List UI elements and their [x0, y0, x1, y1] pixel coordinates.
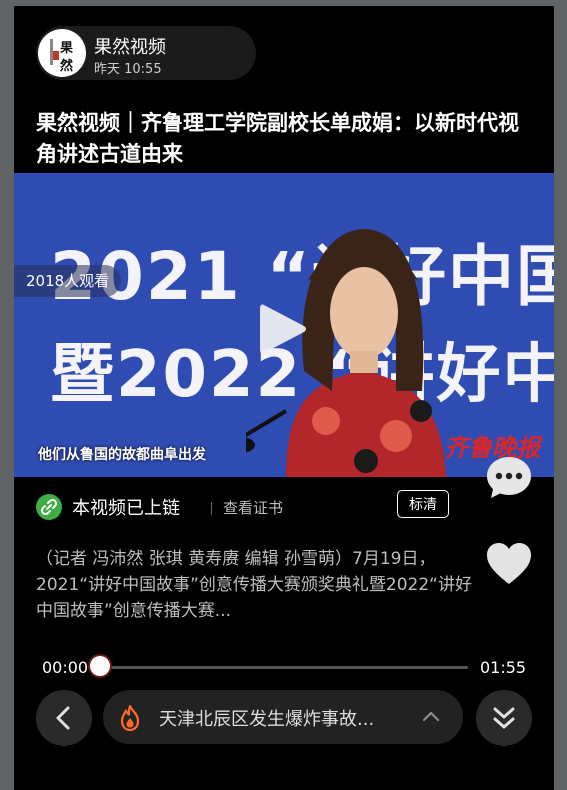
- video-description: （记者 冯沛然 张琪 黄寿赓 编辑 孙雪萌）7月19日，2021“讲好中国故事”…: [36, 549, 472, 621]
- current-time: 00:00: [42, 658, 89, 677]
- back-button[interactable]: [36, 690, 92, 746]
- channel-avatar[interactable]: 果 然: [38, 29, 86, 77]
- channel-name[interactable]: 果然视频: [94, 33, 166, 59]
- blockchain-label: 本视频已上链: [72, 498, 180, 519]
- link-icon: [36, 494, 62, 520]
- fire-icon: [120, 705, 140, 731]
- blockchain-row: 本视频已上链 查看证书 标清: [36, 490, 536, 526]
- divider: [211, 502, 212, 515]
- avatar-char-1: 果: [60, 41, 74, 56]
- avatar-char-2: 然: [60, 59, 74, 74]
- post-time: 昨天 10:55: [94, 62, 162, 77]
- avatar-seal: [53, 51, 59, 60]
- chevron-up-icon[interactable]: [421, 708, 441, 724]
- progress-thumb[interactable]: [90, 656, 110, 676]
- trending-topic-pill[interactable]: 天津北辰区发生爆炸事故...: [103, 690, 463, 744]
- comment-icon[interactable]: [485, 453, 533, 501]
- next-video-button[interactable]: [476, 690, 532, 746]
- heart-icon[interactable]: [485, 540, 533, 588]
- channel-header[interactable]: 果 然 果然视频 昨天 10:55: [36, 26, 256, 80]
- video-title: 果然视频｜齐鲁理工学院副校长单成娟：以新时代视角讲述古道由来: [36, 111, 519, 166]
- video-player[interactable]: 2021 “讲好中国 暨2022 “讲好中 2018人观看 他们从鲁国的故都曲阜…: [14, 173, 554, 477]
- viewer-count: 2018人观看: [14, 265, 122, 297]
- chevron-left-icon: [56, 706, 70, 730]
- video-page: 果 然 果然视频 昨天 10:55 果然视频｜齐鲁理工学院副校长单成娟：以新时代…: [14, 6, 554, 790]
- view-certificate-link[interactable]: 查看证书: [223, 497, 283, 518]
- quality-button[interactable]: 标清: [397, 490, 449, 518]
- progress-bar[interactable]: [100, 666, 468, 669]
- play-icon[interactable]: [258, 301, 308, 357]
- trending-topic-text[interactable]: 天津北辰区发生爆炸事故...: [159, 705, 374, 731]
- total-time: 01:55: [480, 658, 527, 677]
- double-chevron-down-icon: [493, 707, 515, 729]
- video-subtitle: 他们从鲁国的故都曲阜出发: [38, 447, 206, 463]
